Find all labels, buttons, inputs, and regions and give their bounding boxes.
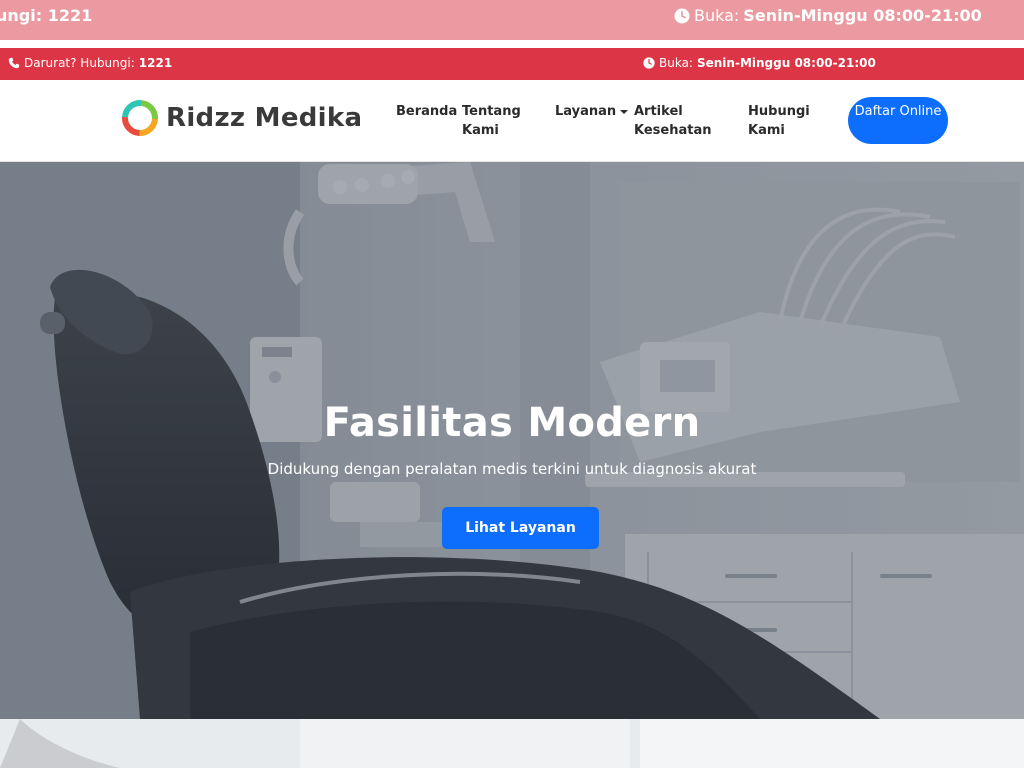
- nav-item-layanan-label: Layanan: [555, 104, 617, 119]
- nav-item-artikel-kesehatan[interactable]: Artikel Kesehatan: [634, 102, 714, 140]
- nav-item-beranda[interactable]: Beranda: [396, 102, 457, 121]
- spacer-strip: [0, 40, 1024, 48]
- hours-label: Buka:: [659, 56, 693, 70]
- ghost-emergency-text: ungi: 1221: [0, 6, 92, 25]
- brand-name: Ridzz Medika: [166, 103, 363, 133]
- emergency-label: Darurat? Hubungi:: [24, 56, 135, 70]
- ghost-emergency-number: 1221: [47, 6, 93, 25]
- brand-link[interactable]: Ridzz Medika: [120, 98, 362, 138]
- next-section-preview: [0, 719, 1024, 768]
- emergency-top-bar: Darurat? Hubungi: 1221 Buka: Senin-Mingg…: [0, 48, 1024, 80]
- clock-icon: [674, 8, 690, 23]
- hero-subtitle: Didukung dengan peralatan medis terkini …: [267, 460, 757, 478]
- logo-ring-icon: [122, 100, 158, 136]
- phone-icon: [8, 57, 20, 69]
- opening-hours: Buka: Senin-Minggu 08:00-21:00: [643, 56, 876, 70]
- nav-item-hubungi-kami[interactable]: Hubungi Kami: [748, 102, 810, 140]
- chevron-down-icon: [620, 109, 629, 114]
- ghost-hours-label: Buka:: [694, 6, 740, 25]
- view-services-button[interactable]: Lihat Layanan: [442, 507, 599, 549]
- ghost-emergency-label: ungi:: [0, 6, 48, 25]
- hero-section: Fasilitas Modern Didukung dengan peralat…: [0, 162, 1024, 719]
- nav-item-layanan[interactable]: Layanan: [555, 102, 629, 121]
- ghost-hours-value: Senin-Minggu 08:00-21:00: [743, 6, 982, 25]
- next-section-fade: [0, 719, 1024, 768]
- emergency-contact[interactable]: Darurat? Hubungi: 1221: [8, 56, 172, 70]
- ghost-hours: Buka: Senin-Minggu 08:00-21:00: [674, 6, 982, 25]
- hours-value: Senin-Minggu 08:00-21:00: [696, 56, 876, 70]
- nav-item-tentang-kami[interactable]: Tentang Kami: [462, 102, 524, 140]
- emergency-number: 1221: [138, 56, 173, 70]
- register-online-button[interactable]: Daftar Online: [848, 97, 948, 144]
- ghost-top-bar: ungi: 1221 Buka: Senin-Minggu 08:00-21:0…: [0, 0, 1024, 40]
- main-navbar: Ridzz Medika Beranda Tentang Kami Layana…: [0, 80, 1024, 162]
- clock-icon: [643, 57, 655, 69]
- hero-title: Fasilitas Modern: [323, 400, 701, 446]
